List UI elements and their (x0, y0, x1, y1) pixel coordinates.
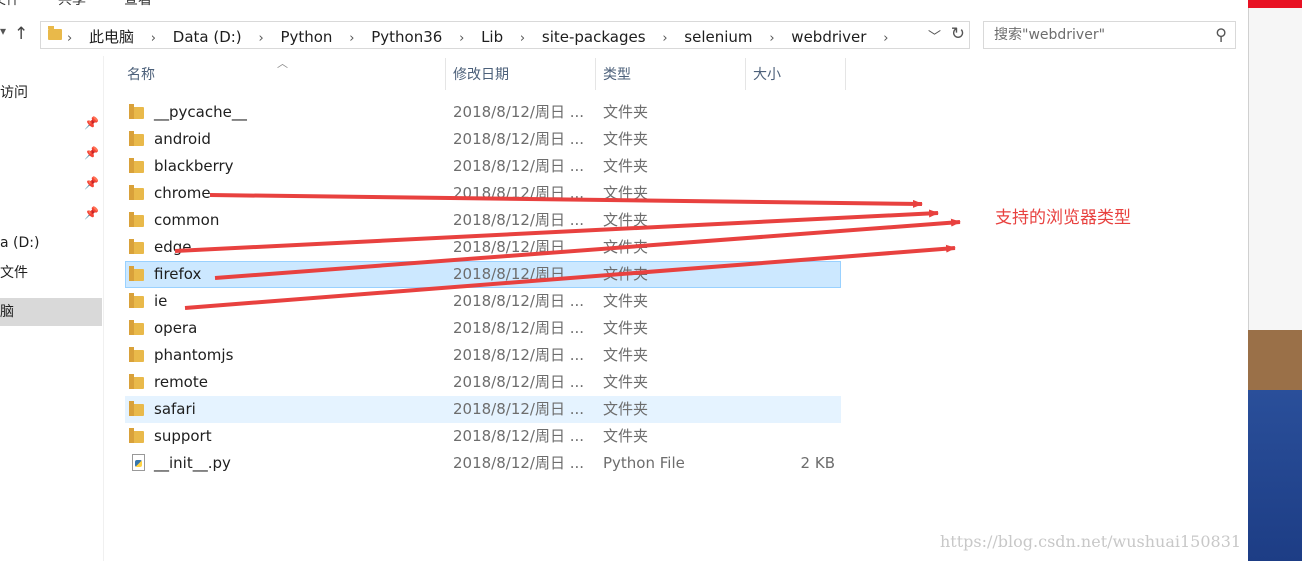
watermark: https://blog.csdn.net/wushuai150831 (940, 532, 1242, 551)
close-button[interactable] (1248, 0, 1302, 8)
desktop-background (1248, 0, 1302, 561)
annotation-label: 支持的浏览器类型 (995, 208, 1131, 228)
annotation-arrows (174, 193, 961, 310)
arrow-ie (184, 244, 956, 310)
arrow-chrome (209, 193, 923, 208)
